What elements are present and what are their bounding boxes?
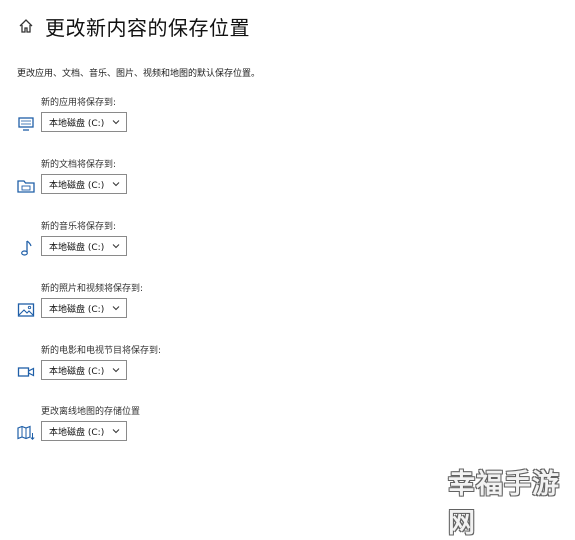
page-description: 更改应用、文档、音乐、图片、视频和地图的默认保存位置。 — [17, 69, 261, 79]
section-label: 新的应用将保存到: — [41, 98, 117, 108]
folder-icon — [17, 177, 35, 195]
video-camera-icon — [17, 363, 35, 381]
apps-location-dropdown[interactable]: 本地磁盘 (C:) — [41, 112, 127, 132]
section-label: 新的电影和电视节目将保存到: — [41, 346, 162, 356]
chevron-down-icon — [112, 429, 120, 434]
page-header: 更改新内容的保存位置 — [17, 12, 250, 40]
dropdown-value: 本地磁盘 (C:) — [49, 242, 105, 253]
maps-location-dropdown[interactable]: 本地磁盘 (C:) — [41, 421, 127, 441]
picture-icon — [17, 301, 35, 319]
dropdown-value: 本地磁盘 (C:) — [49, 304, 105, 315]
section-label: 新的照片和视频将保存到: — [41, 284, 144, 294]
movies-location-dropdown[interactable]: 本地磁盘 (C:) — [41, 360, 127, 380]
site-watermark: 幸福手游网 — [448, 469, 560, 539]
photos-location-dropdown[interactable]: 本地磁盘 (C:) — [41, 298, 127, 318]
dropdown-value: 本地磁盘 (C:) — [49, 180, 105, 191]
page-title: 更改新内容的保存位置 — [45, 15, 250, 40]
music-location-dropdown[interactable]: 本地磁盘 (C:) — [41, 236, 127, 256]
chevron-down-icon — [112, 306, 120, 311]
chevron-down-icon — [112, 182, 120, 187]
home-icon[interactable] — [17, 17, 35, 35]
music-note-icon — [17, 239, 35, 257]
dropdown-value: 本地磁盘 (C:) — [49, 118, 105, 129]
map-icon — [17, 424, 35, 442]
dropdown-value: 本地磁盘 (C:) — [49, 366, 105, 377]
dropdown-value: 本地磁盘 (C:) — [49, 427, 105, 438]
chevron-down-icon — [112, 368, 120, 373]
section-label: 新的文档将保存到: — [41, 160, 117, 170]
documents-location-dropdown[interactable]: 本地磁盘 (C:) — [41, 174, 127, 194]
chevron-down-icon — [112, 244, 120, 249]
section-label: 新的音乐将保存到: — [41, 222, 117, 232]
chevron-down-icon — [112, 120, 120, 125]
monitor-icon — [17, 115, 35, 133]
section-label: 更改离线地图的存储位置 — [41, 407, 141, 417]
